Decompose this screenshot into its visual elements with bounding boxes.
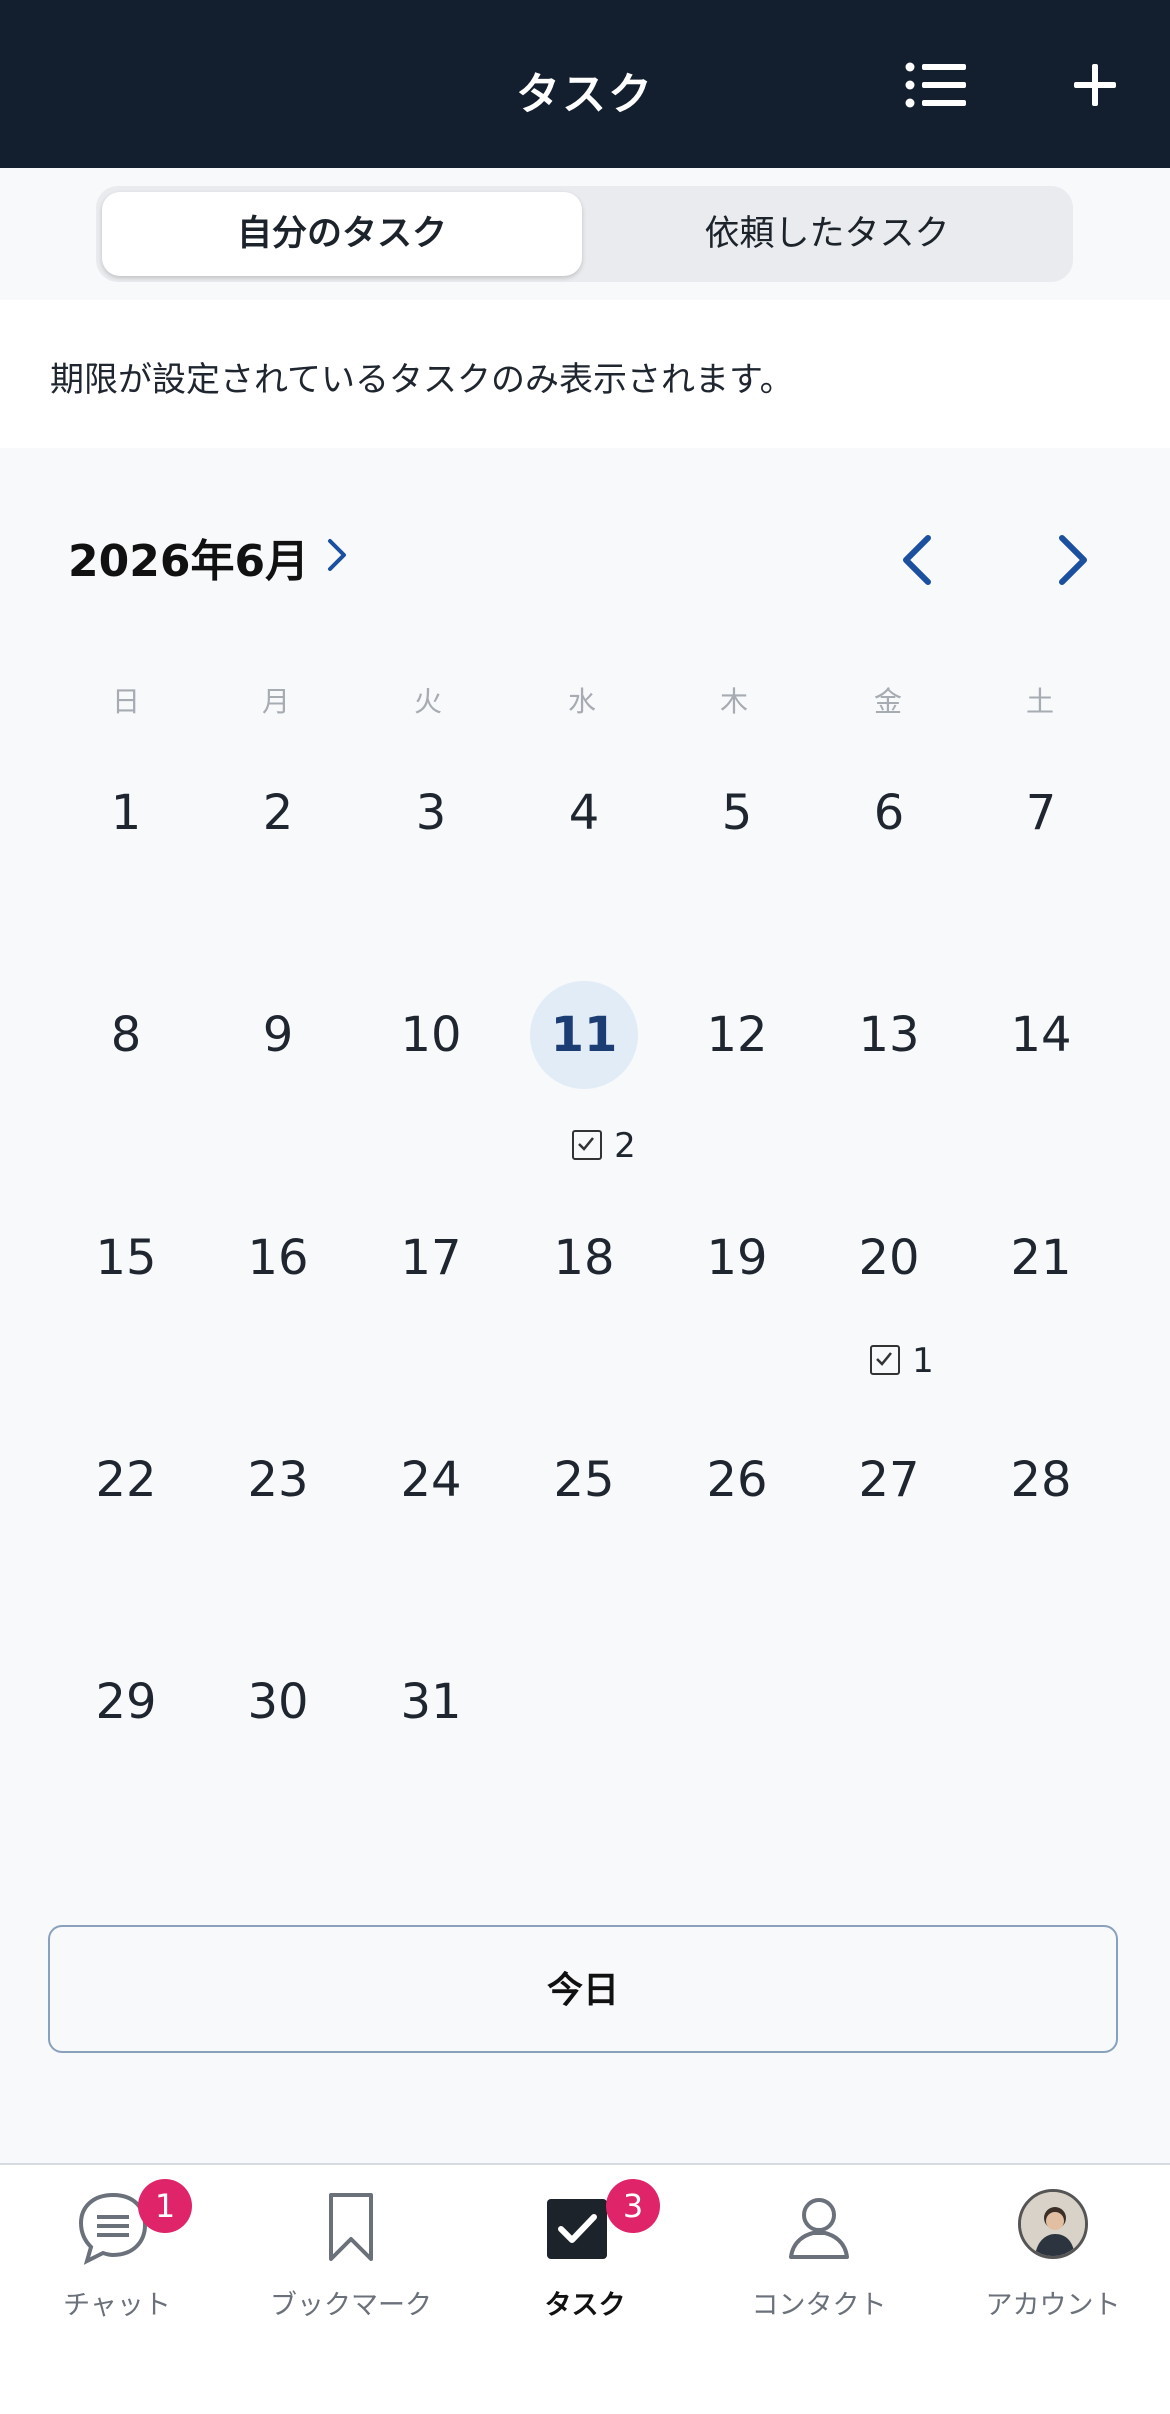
calendar-day[interactable]: 8 (71, 1005, 181, 1065)
calendar-day[interactable]: 6 (834, 783, 944, 843)
calendar-day[interactable]: 5 (682, 783, 792, 843)
checkbox-icon (870, 1344, 901, 1375)
calendar-day[interactable]: 7 (986, 783, 1096, 843)
tab-contact[interactable]: コンタクト (702, 2165, 936, 2414)
tab-task[interactable]: 3 タスク (468, 2165, 702, 2414)
calendar-day[interactable]: 27 (834, 1450, 944, 1510)
tab-label: タスク (544, 2290, 626, 2321)
task-check-icon (537, 2187, 617, 2267)
task-badge: 3 (606, 2179, 660, 2233)
weekday-label: 木 (719, 685, 748, 718)
checkbox-icon (572, 1129, 603, 1160)
page-title: タスク (516, 69, 654, 120)
tab-account[interactable]: アカウント (936, 2165, 1170, 2414)
calendar-day[interactable]: 20 (834, 1228, 944, 1288)
calendar-day[interactable]: 16 (223, 1228, 333, 1288)
task-count-badge: 1 (857, 1341, 947, 1381)
unread-badge: 1 (138, 2179, 192, 2233)
calendar-day[interactable]: 9 (223, 1005, 333, 1065)
task-count: 1 (912, 1341, 934, 1381)
weekday-label: 金 (873, 685, 902, 718)
weekday-label: 火 (413, 685, 442, 718)
calendar-day[interactable]: 22 (71, 1450, 181, 1510)
weekday-label: 月 (261, 685, 290, 718)
app-header: タスク (0, 0, 1170, 168)
tab-chat[interactable]: 1 チャット (0, 2165, 234, 2414)
calendar-day[interactable]: 25 (529, 1450, 639, 1510)
avatar (1018, 2189, 1088, 2259)
weekday-label: 土 (1025, 685, 1054, 718)
weekday-label: 水 (567, 685, 596, 718)
task-count-badge: 2 (554, 1126, 654, 1166)
tab-label: コンタクト (751, 2290, 887, 2321)
calendar-day[interactable]: 2 (223, 783, 333, 843)
tab-requested-tasks[interactable]: 依頼したタスク (586, 192, 1068, 276)
month-label[interactable]: 2026年6月 (68, 525, 309, 589)
calendar-day[interactable]: 17 (376, 1228, 486, 1288)
next-month-button[interactable] (1040, 530, 1100, 590)
calendar-day[interactable]: 29 (71, 1672, 181, 1732)
calendar-day[interactable]: 10 (376, 1005, 486, 1065)
list-icon[interactable] (903, 60, 973, 130)
bookmark-icon (311, 2187, 391, 2267)
calendar-day[interactable]: 4 (529, 783, 639, 843)
segmented-control: 自分のタスク 依頼したタスク (96, 186, 1073, 282)
calendar-day[interactable]: 28 (986, 1450, 1096, 1510)
segment-area: 自分のタスク 依頼したタスク (0, 168, 1170, 300)
prev-month-button[interactable] (890, 530, 950, 590)
calendar-day[interactable]: 13 (834, 1005, 944, 1065)
calendar-day[interactable]: 18 (529, 1228, 639, 1288)
calendar-day-today[interactable]: 11 (530, 981, 638, 1089)
plus-icon[interactable] (1070, 60, 1140, 130)
tab-bookmark[interactable]: ブックマーク (234, 2165, 468, 2414)
chevron-right-icon[interactable] (325, 537, 349, 577)
weekday-label: 日 (111, 685, 140, 718)
calendar-day[interactable]: 31 (376, 1672, 486, 1732)
tab-bar: 1 チャット ブックマーク 3 タスク コンタクト アカウント (0, 2163, 1170, 2414)
tab-label: ブックマーク (270, 2290, 432, 2321)
calendar-day[interactable]: 24 (376, 1450, 486, 1510)
calendar-day[interactable]: 1 (71, 783, 181, 843)
tab-label: アカウント (985, 2290, 1121, 2321)
person-icon (779, 2187, 859, 2267)
notice-banner: 期限が設定されているタスクのみ表示されます。 (0, 300, 1170, 448)
calendar-day[interactable]: 21 (986, 1228, 1096, 1288)
calendar-day[interactable]: 15 (71, 1228, 181, 1288)
notice-text: 期限が設定されているタスクのみ表示されます。 (50, 360, 794, 400)
calendar-day[interactable]: 19 (682, 1228, 792, 1288)
calendar-day[interactable]: 30 (223, 1672, 333, 1732)
chevron-left-icon (903, 535, 931, 585)
tab-label: チャット (63, 2290, 171, 2321)
tab-my-tasks[interactable]: 自分のタスク (102, 192, 582, 276)
calendar-day[interactable]: 14 (986, 1005, 1096, 1065)
chevron-right-icon (1059, 535, 1087, 585)
task-count: 2 (614, 1126, 636, 1166)
calendar-day[interactable]: 12 (682, 1005, 792, 1065)
calendar-day[interactable]: 23 (223, 1450, 333, 1510)
calendar-day[interactable]: 26 (682, 1450, 792, 1510)
today-button[interactable]: 今日 (48, 1925, 1118, 2053)
calendar-day[interactable]: 3 (376, 783, 486, 843)
